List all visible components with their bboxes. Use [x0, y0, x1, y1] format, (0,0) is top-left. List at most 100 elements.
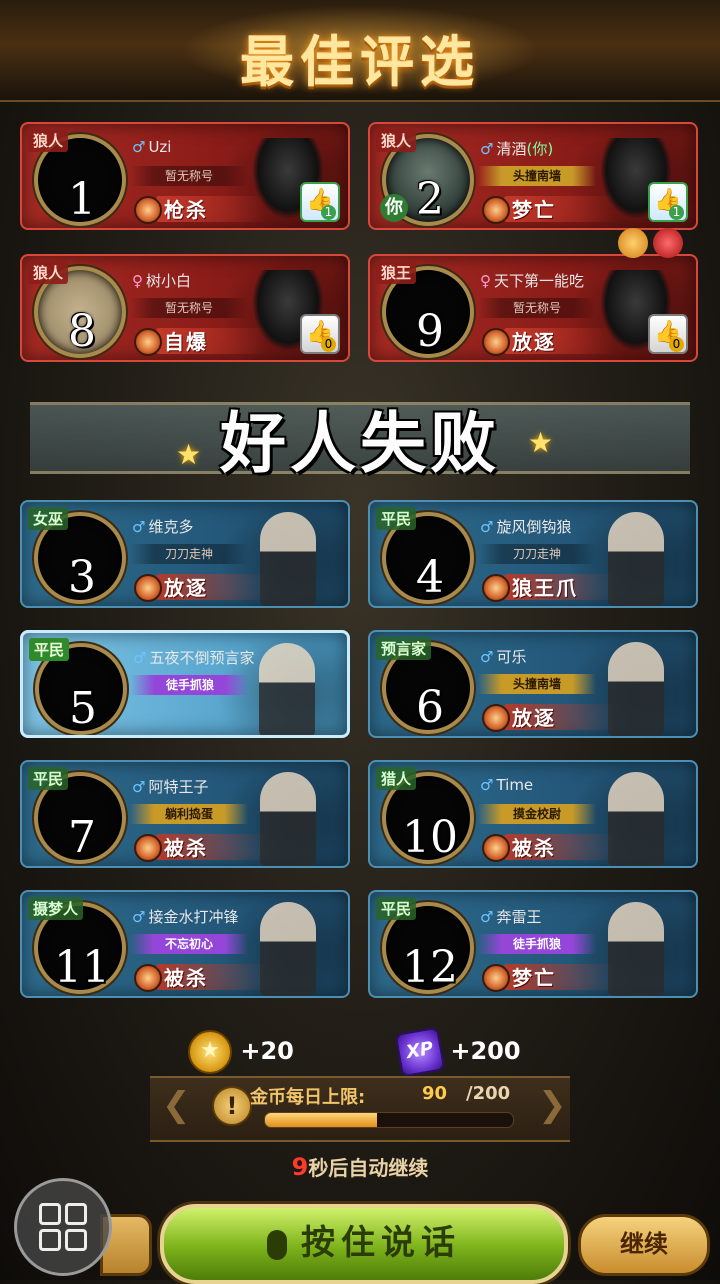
player-card-1[interactable]: 狼人 1 ♂ Uzi 暂无称号 枪杀 👍 1: [20, 122, 350, 230]
player-name-row: ♂ 五夜不倒预言家: [133, 647, 254, 668]
player-name: Time: [496, 776, 534, 794]
honor-title: 暂无称号: [130, 298, 248, 318]
player-card-8[interactable]: 狼人 8 ♀ 树小白 暂无称号 自爆 👍 0: [20, 254, 350, 362]
like-button[interactable]: 👍 0: [300, 314, 340, 354]
like-count: 1: [669, 205, 684, 220]
player-name-row: ♀ 树小白: [132, 270, 191, 291]
death-cause: 梦亡: [512, 966, 556, 990]
player-name: 树小白: [146, 272, 192, 290]
honor-title: 刀刀走神: [130, 544, 248, 564]
death-cause: 自爆: [164, 330, 208, 354]
player-name-row: ♂ Time: [480, 776, 533, 794]
death-cause-icon: [134, 964, 162, 992]
player-card-3[interactable]: 女巫 3 ♂ 维克多 刀刀走神 放逐: [20, 500, 350, 608]
death-cause: 被杀: [164, 966, 208, 990]
player-name-row: ♂ 阿特王子: [132, 776, 208, 797]
coin-limit-max: /200: [466, 1083, 511, 1104]
gender-icon: ♂: [132, 518, 146, 536]
like-count: 0: [321, 337, 336, 352]
player-name: 奔雷王: [496, 908, 542, 926]
like-button[interactable]: 👍 0: [648, 314, 688, 354]
honor-title: 摸金校尉: [478, 804, 596, 824]
arrow-left-icon: ❮: [162, 1085, 191, 1125]
honor-title: 头撞南墙: [478, 674, 596, 694]
countdown-number: 9: [291, 1153, 309, 1181]
player-card-10[interactable]: 猎人 10 ♂ Time 摸金校尉被杀: [368, 760, 698, 868]
coin-limit-label: 金币每日上限:: [250, 1087, 366, 1108]
role-tag: 平民: [29, 638, 70, 661]
player-card-9[interactable]: 狼王 9 ♀ 天下第一能吃 暂无称号 放逐 👍 0: [368, 254, 698, 362]
warning-icon: !: [212, 1086, 252, 1126]
gender-icon: ♂: [133, 649, 147, 667]
role-tag: 猎人: [376, 767, 417, 790]
seat-number: 5: [69, 683, 97, 734]
seat-number: 7: [68, 812, 96, 863]
player-card-12[interactable]: 平民 12 ♂ 奔雷王 徒手抓狼 梦亡: [368, 890, 698, 998]
death-cause: 狼王爪: [512, 576, 578, 600]
player-name-row: ♂ 接金水打冲锋: [132, 906, 238, 927]
microphone-icon: [267, 1229, 287, 1260]
role-tag: 狼王: [376, 261, 417, 284]
player-name-row: ♀ 天下第一能吃: [480, 270, 584, 291]
seat-number: 10: [402, 812, 458, 863]
coin-limit-value: 90: [422, 1083, 448, 1104]
player-name: 可乐: [496, 648, 527, 666]
player-name: 阿特王子: [148, 778, 209, 796]
death-cause: 放逐: [512, 706, 556, 730]
gender-icon: ♂: [480, 648, 494, 666]
you-label: (你): [526, 140, 554, 158]
arrow-right-icon: ❯: [538, 1085, 567, 1125]
gender-icon: ♂: [132, 908, 146, 926]
gender-icon: ♂: [132, 778, 146, 796]
death-cause: 放逐: [512, 330, 556, 354]
seat-number: 6: [416, 682, 444, 733]
player-name-row: ♂ 清酒(你): [480, 138, 553, 159]
death-cause-icon: [134, 328, 162, 356]
honor-title: 头撞南墙: [478, 166, 596, 186]
player-card-7[interactable]: 平民 7 ♂ 阿特王子 躺利捣蛋 被杀: [20, 760, 350, 868]
player-card-6[interactable]: 预言家 6 ♂ 可乐 头撞南墙 放逐: [368, 630, 698, 738]
death-cause: 被杀: [512, 836, 556, 860]
honor-title: 暂无称号: [130, 166, 248, 186]
page-title: 最佳评选: [240, 31, 480, 94]
role-tag: 女巫: [28, 507, 69, 530]
death-cause: 放逐: [164, 576, 208, 600]
xp-icon: XP: [394, 1026, 446, 1078]
player-name: 维克多: [148, 518, 194, 536]
role-tag: 狼人: [376, 129, 417, 152]
like-button[interactable]: 👍 1: [300, 182, 340, 222]
continue-button[interactable]: 继续: [578, 1214, 710, 1276]
coin-reward: ★ +20: [188, 1030, 294, 1074]
like-count: 1: [321, 205, 336, 220]
gender-icon: ♂: [480, 140, 494, 158]
result-banner: ★ ★ 好人失败: [0, 380, 720, 500]
player-name: 五夜不倒预言家: [149, 649, 255, 667]
honor-title: 暂无称号: [478, 298, 596, 318]
death-cause-icon: [482, 196, 510, 224]
player-name-row: ♂ Uzi: [132, 138, 171, 156]
player-name-row: ♂ 旋风倒钩狼: [480, 516, 571, 537]
seat-number: 8: [68, 306, 96, 357]
xp-amount: +200: [450, 1037, 521, 1065]
coin-amount: +20: [240, 1037, 294, 1065]
seat-number: 4: [416, 552, 444, 603]
rose-icon: [653, 228, 684, 258]
death-cause: 被杀: [164, 836, 208, 860]
coin-icon: ★: [188, 1030, 232, 1074]
role-tag: 平民: [376, 507, 417, 530]
role-tag: 狼人: [28, 129, 69, 152]
you-badge: 你: [380, 194, 408, 222]
death-cause-icon: [482, 834, 510, 862]
death-cause-icon: [134, 834, 162, 862]
gender-icon: ♂: [480, 518, 494, 536]
player-card-5[interactable]: 平民 5 ♂ 五夜不倒预言家 徒手抓狼: [20, 630, 350, 738]
death-cause-icon: [482, 574, 510, 602]
push-to-talk-button[interactable]: 按住说话: [160, 1204, 568, 1284]
menu-button[interactable]: [14, 1178, 112, 1276]
player-card-4[interactable]: 平民 4 ♂ 旋风倒钩狼 刀刀走神 狼王爪: [368, 500, 698, 608]
death-cause: 梦亡: [512, 198, 556, 222]
player-card-2[interactable]: 狼人 2 你 ♂ 清酒(你) 头撞南墙 梦亡 👍 1: [368, 122, 698, 230]
player-card-11[interactable]: 摄梦人 11 ♂ 接金水打冲锋 不忘初心 被杀: [20, 890, 350, 998]
like-button[interactable]: 👍 1: [648, 182, 688, 222]
honor-title: 徒手抓狼: [131, 675, 249, 695]
